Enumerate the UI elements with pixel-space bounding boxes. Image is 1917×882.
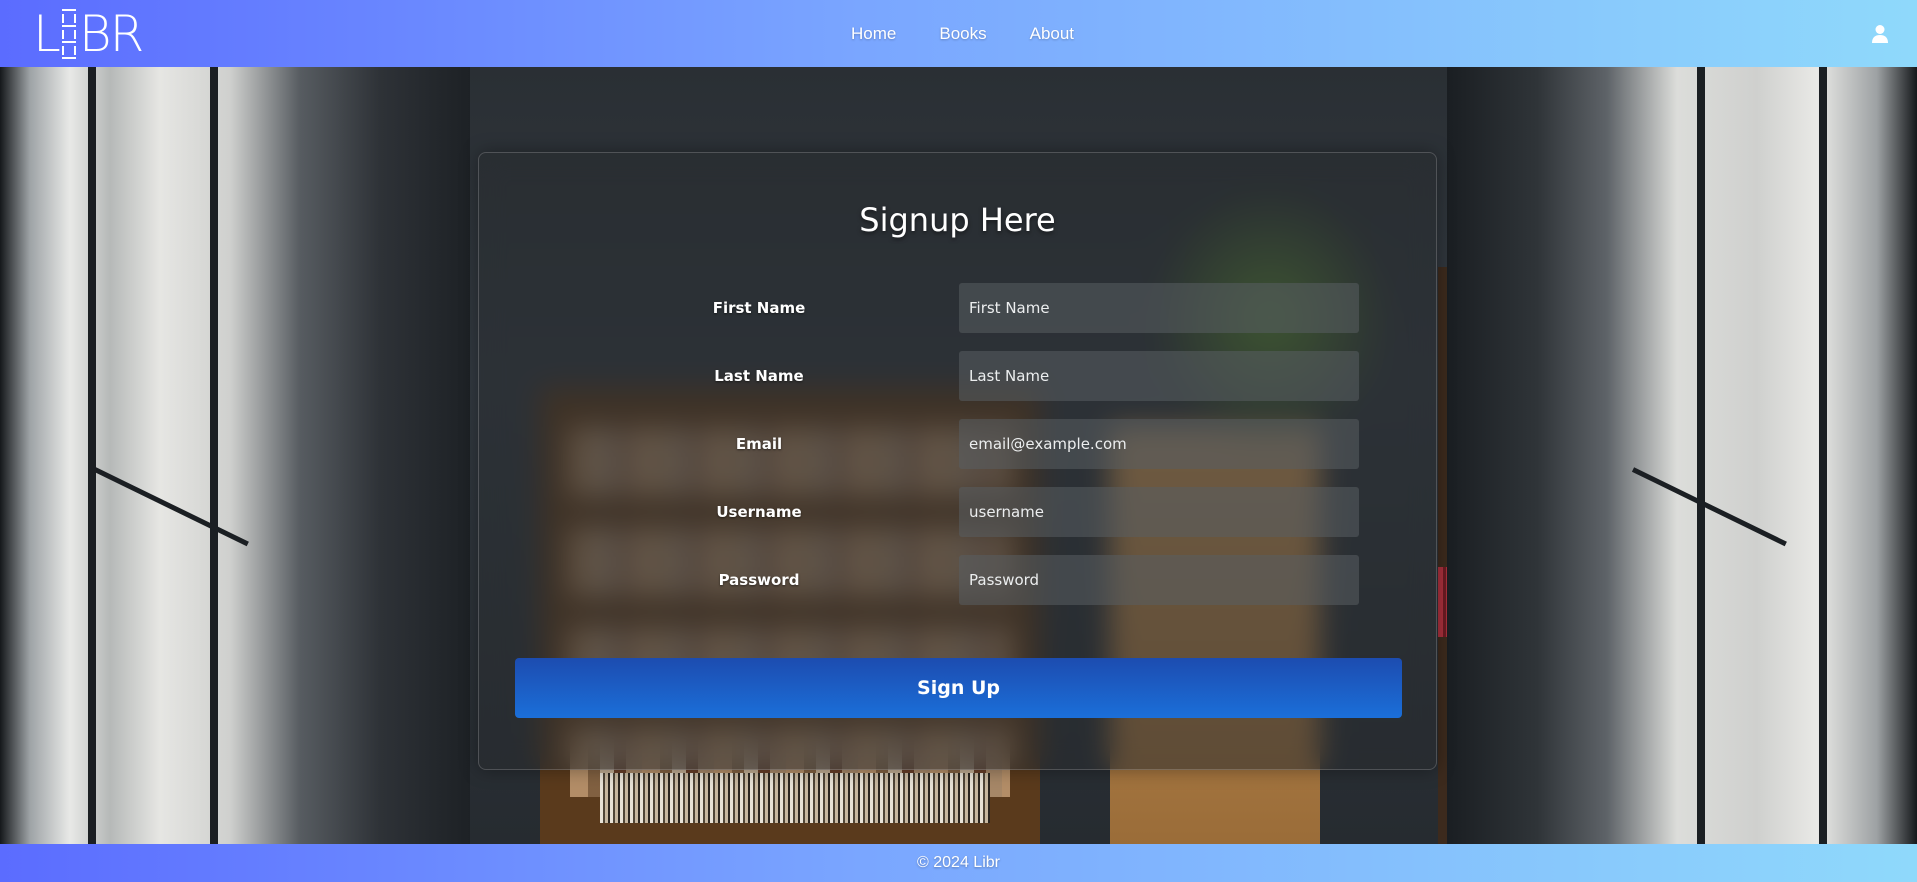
copyright-text: © 2024 Libr	[917, 854, 1000, 871]
main-nav: Home Books About	[851, 0, 1117, 67]
footer: © 2024 Libr	[0, 844, 1917, 882]
nav-about-link[interactable]: About	[1030, 24, 1074, 44]
password-input[interactable]	[959, 555, 1359, 605]
logo-bookshelf-glyph	[61, 9, 76, 59]
last-name-label: Last Name	[714, 367, 804, 385]
right-window	[1447, 67, 1917, 844]
first-name-label: First Name	[712, 299, 806, 317]
user-icon[interactable]	[1871, 24, 1889, 44]
first-name-input[interactable]	[959, 283, 1359, 333]
libr-logo[interactable]: L BR	[33, 7, 144, 61]
page-title: Signup Here	[859, 201, 1056, 239]
left-window	[0, 67, 470, 844]
background-books-row	[600, 773, 990, 823]
username-input[interactable]	[959, 487, 1359, 537]
nav-books-link[interactable]: Books	[939, 24, 986, 44]
signup-card: Signup Here First Name Last Name Email U…	[478, 152, 1437, 770]
password-label: Password	[718, 571, 800, 589]
sign-up-button[interactable]: Sign Up	[515, 658, 1402, 718]
username-label: Username	[716, 503, 802, 521]
nav-home-link[interactable]: Home	[851, 24, 896, 44]
last-name-input[interactable]	[959, 351, 1359, 401]
email-input[interactable]	[959, 419, 1359, 469]
email-label: Email	[735, 435, 783, 453]
top-navbar: L BR Home Books About	[0, 0, 1917, 67]
